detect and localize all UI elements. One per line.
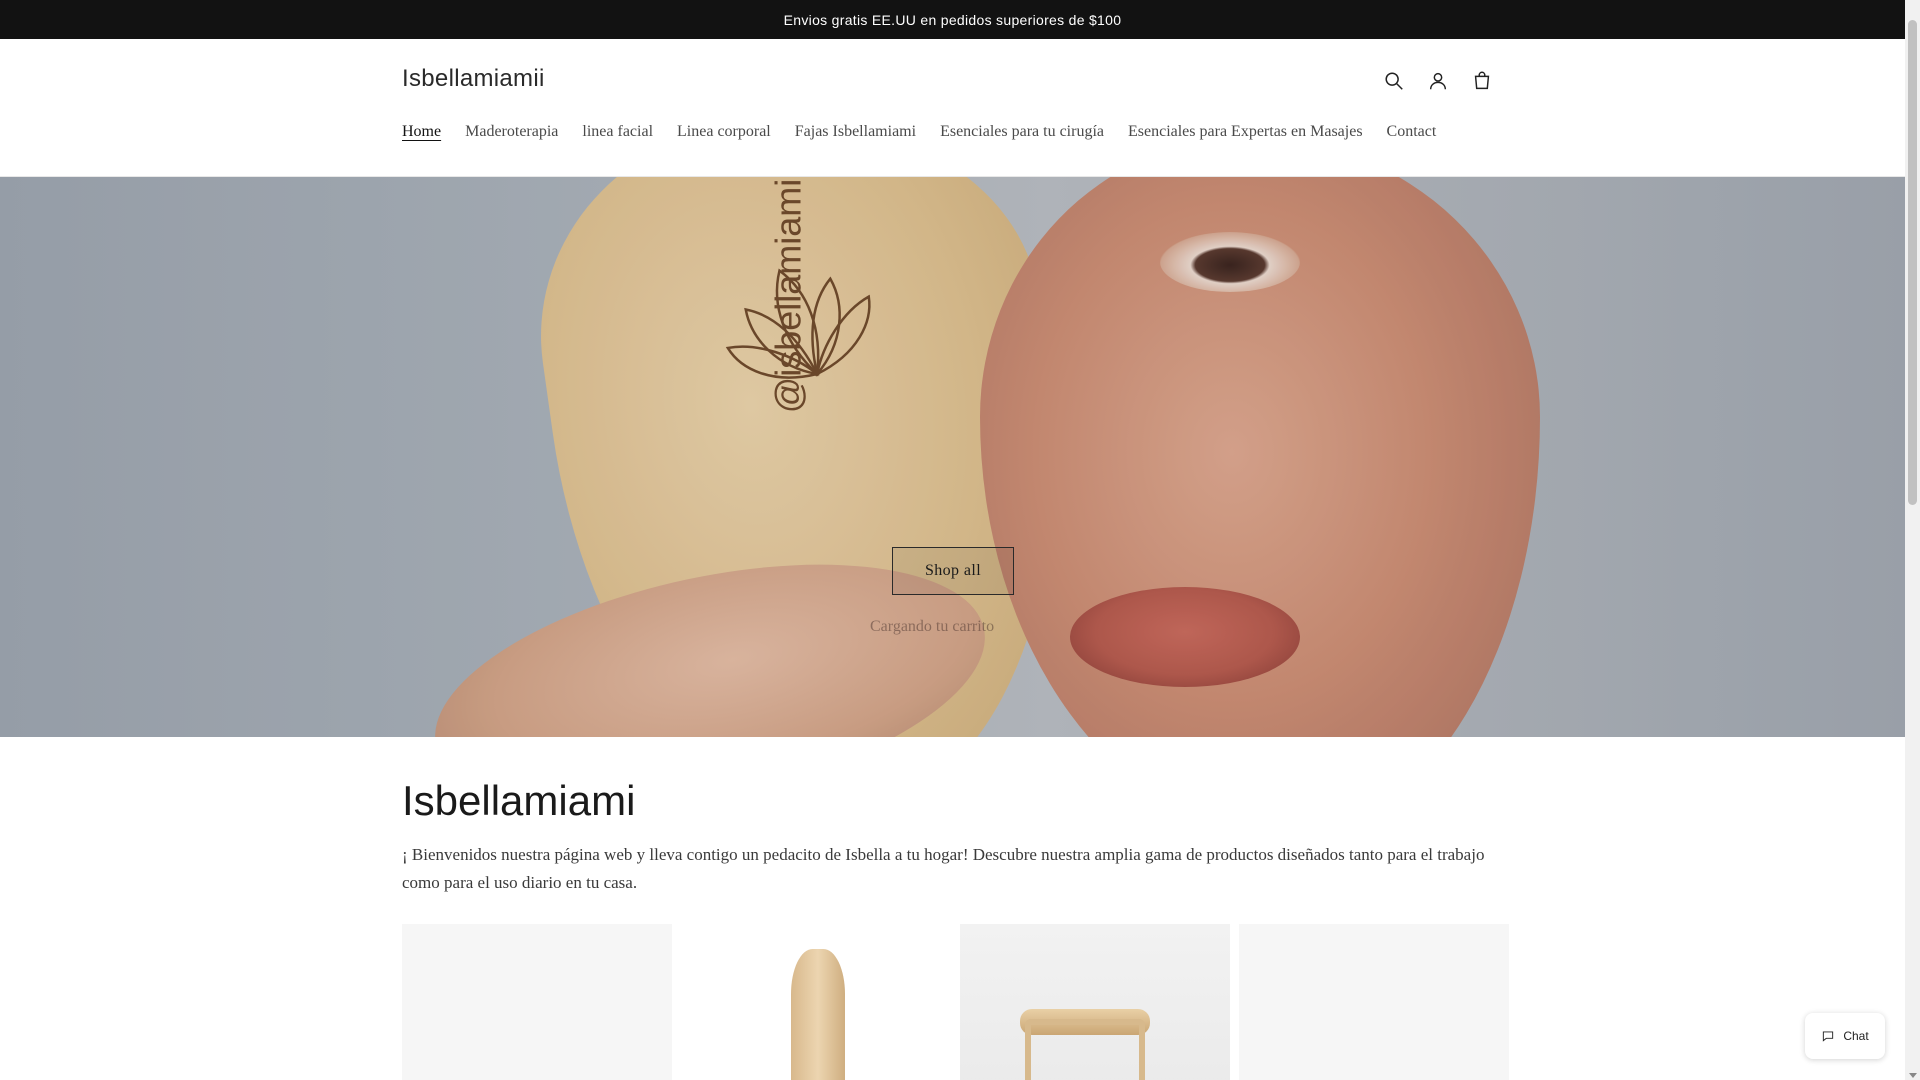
- site-header: Isbellamiamii Home Maderoterapia linea f…: [0, 39, 1905, 177]
- site-logo[interactable]: Isbellamiamii: [402, 65, 545, 93]
- product-card[interactable]: [1239, 924, 1509, 1080]
- intro-text: ¡ Bienvenidos nuestra página web y lleva…: [402, 845, 1485, 892]
- hero-caption: Cargando tu carrito: [870, 618, 995, 635]
- search-icon[interactable]: [1378, 65, 1410, 97]
- product-grid: [402, 924, 1509, 1080]
- nav-item-fajas[interactable]: Fajas Isbellamiami: [795, 123, 916, 141]
- nav-item-linea-corporal[interactable]: Linea corporal: [677, 123, 771, 141]
- account-icon[interactable]: [1422, 65, 1454, 97]
- product-card[interactable]: [681, 924, 951, 1080]
- page: Envios gratis EE.UU en pedidos superiore…: [0, 0, 1905, 1080]
- hero-overlay: [0, 177, 1905, 737]
- product-card[interactable]: [402, 924, 672, 1080]
- page-scrollbar[interactable]: [1905, 0, 1920, 1080]
- nav-item-maderoterapia[interactable]: Maderoterapia: [465, 123, 558, 141]
- hero-banner: @isbellamiami Shop all Cargando tu carri…: [0, 177, 1905, 737]
- nav-item-home[interactable]: Home: [402, 123, 441, 141]
- shop-all-button[interactable]: Shop all: [892, 547, 1014, 595]
- product-image-wooden-cup: [791, 949, 845, 1080]
- main-nav: Home Maderoterapia linea facial Linea co…: [402, 123, 1436, 141]
- product-card[interactable]: [960, 924, 1230, 1080]
- intro-section: Isbellamiami ¡ Bienvenidos nuestra págin…: [0, 737, 1905, 1080]
- header-icons: [1378, 65, 1498, 97]
- nav-item-esenciales-masajes[interactable]: Esenciales para Expertas en Masajes: [1128, 123, 1363, 141]
- announcement-bar: Envios gratis EE.UU en pedidos superiore…: [0, 0, 1905, 39]
- nav-item-esenciales-cirugia[interactable]: Esenciales para tu cirugía: [940, 123, 1104, 141]
- announcement-text: Envios gratis EE.UU en pedidos superiore…: [783, 11, 1122, 28]
- chat-label: Chat: [1843, 1029, 1869, 1043]
- cart-icon[interactable]: [1466, 65, 1498, 97]
- chat-bubble-icon: [1823, 1031, 1834, 1042]
- product-image-roller-frame: [1025, 1019, 1145, 1080]
- chat-button[interactable]: Chat: [1805, 1013, 1885, 1059]
- scrollbar-thumb[interactable]: [1908, 20, 1917, 505]
- nav-item-linea-facial[interactable]: linea facial: [582, 123, 653, 141]
- nav-item-contact[interactable]: Contact: [1387, 123, 1437, 141]
- scroll-down-arrow-icon[interactable]: [1909, 1073, 1917, 1078]
- intro-title: Isbellamiami: [402, 777, 636, 824]
